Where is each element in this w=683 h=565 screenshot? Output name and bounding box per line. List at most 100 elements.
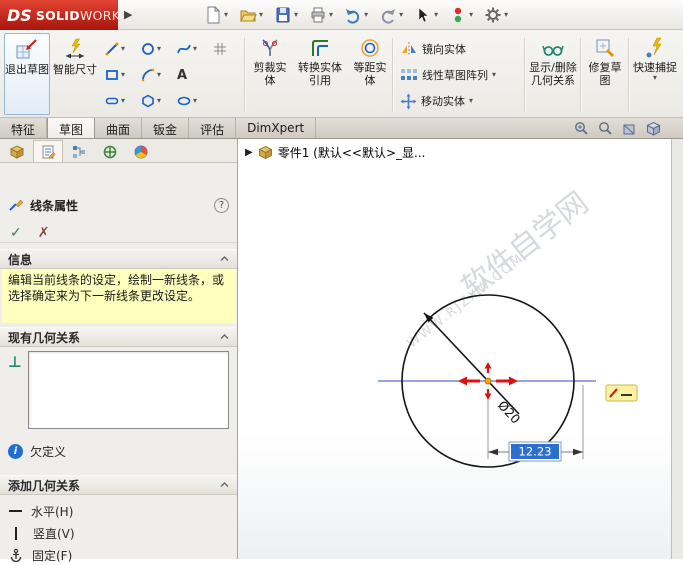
- collapse-chevron-icon[interactable]: [220, 334, 229, 340]
- dropdown-caret-icon[interactable]: ▾: [121, 45, 125, 53]
- feature-tree-flyout[interactable]: ▶ 零件1 (默认<<默认>_显...: [245, 144, 425, 161]
- dropdown-caret-icon[interactable]: ▾: [121, 97, 125, 105]
- cancel-button[interactable]: ✗: [38, 225, 50, 241]
- collapse-chevron-icon[interactable]: [220, 256, 229, 262]
- ok-button[interactable]: ✓: [10, 225, 22, 241]
- center-point[interactable]: [484, 377, 492, 385]
- quick-snaps-button[interactable]: 快速捕捉 ▾: [632, 33, 678, 115]
- linear-pattern-button[interactable]: 线性草图阵列 ▾: [396, 64, 500, 86]
- view-orientation-icon[interactable]: [646, 121, 661, 136]
- tab-displaymanager[interactable]: [126, 140, 156, 162]
- task-pane-strip[interactable]: [671, 139, 683, 559]
- flyout-arrow-icon[interactable]: ▶: [245, 147, 253, 158]
- gear-icon: [485, 7, 501, 23]
- trim-entities-label: 剪裁实体: [253, 61, 287, 87]
- tab-evaluate[interactable]: 评估: [189, 118, 237, 138]
- dropdown-caret-icon[interactable]: ▾: [121, 71, 125, 79]
- select-button[interactable]: ▾: [412, 5, 440, 25]
- relation-horizontal-label: 水平(H): [31, 504, 74, 519]
- anchor-icon: [10, 548, 22, 562]
- spline-tool-button[interactable]: ▾: [174, 38, 200, 60]
- dropdown-caret-icon[interactable]: ▾: [329, 11, 333, 19]
- displaymanager-icon: [134, 145, 148, 158]
- offset-entities-button[interactable]: 等距实体: [350, 33, 390, 115]
- quick-snaps-icon: [646, 37, 662, 58]
- rectangle-tool-button[interactable]: ▾: [102, 64, 128, 86]
- offset-entities-label: 等距实体: [353, 61, 387, 87]
- display-delete-relations-button[interactable]: 显示/删除几何关系: [528, 33, 578, 115]
- graphics-area[interactable]: 软件自学网 WWW.RJZXW.COM Ø20 12.23 ▶ 零件1 (默认<…: [238, 139, 683, 559]
- dropdown-caret-icon[interactable]: ▾: [364, 11, 368, 19]
- existing-relations-listbox[interactable]: [28, 351, 229, 429]
- tab-configurationmanager[interactable]: [64, 140, 94, 162]
- move-entities-button[interactable]: 移动实体 ▾: [396, 90, 477, 112]
- sketch-viewport[interactable]: 软件自学网 WWW.RJZXW.COM Ø20 12.23: [238, 139, 671, 559]
- relation-fix-button[interactable]: 固定(F): [0, 545, 237, 565]
- tab-featuremanager[interactable]: [2, 140, 32, 162]
- relation-horizontal-button[interactable]: 水平(H): [0, 501, 237, 521]
- dropdown-caret-icon[interactable]: ▾: [193, 45, 197, 53]
- dropdown-caret-icon[interactable]: ▾: [193, 97, 197, 105]
- text-tool-button[interactable]: A: [174, 64, 190, 86]
- tree-item-label[interactable]: 零件1 (默认<<默认>_显...: [278, 144, 426, 161]
- dropdown-caret-icon[interactable]: ▾: [504, 11, 508, 19]
- ok-cancel-row: ✓ ✗: [0, 223, 237, 243]
- dropdown-caret-icon[interactable]: ▾: [434, 11, 438, 19]
- print-button[interactable]: ▾: [307, 5, 335, 25]
- dropdown-caret-icon[interactable]: ▾: [469, 11, 473, 19]
- selection-filter-button[interactable]: ▾: [447, 5, 475, 25]
- relation-vertical-button[interactable]: 竖直(V): [0, 523, 237, 543]
- dropdown-caret-icon[interactable]: ▾: [157, 97, 161, 105]
- circle-tool-button[interactable]: ▾: [138, 38, 164, 60]
- section-view-icon[interactable]: [622, 121, 637, 136]
- tab-surfaces[interactable]: 曲面: [95, 118, 143, 138]
- dropdown-caret-icon[interactable]: ▾: [399, 11, 403, 19]
- convert-entities-button[interactable]: 转换实体引用: [296, 33, 344, 115]
- exit-sketch-button[interactable]: 退出草图: [4, 33, 50, 115]
- options-button[interactable]: ▾: [482, 5, 510, 25]
- tab-sketch[interactable]: 草图: [47, 118, 96, 138]
- undo-button[interactable]: ▾: [342, 5, 370, 25]
- dropdown-caret-icon[interactable]: ▾: [469, 97, 473, 105]
- smart-dimension-button[interactable]: 智能尺寸: [52, 33, 98, 115]
- tab-dimxpertmanager[interactable]: [95, 140, 125, 162]
- section-message[interactable]: 信息: [0, 249, 237, 269]
- dropdown-caret-icon[interactable]: ▾: [259, 11, 263, 19]
- dropdown-caret-icon[interactable]: ▾: [157, 45, 161, 53]
- dropdown-caret-icon[interactable]: ▾: [224, 11, 228, 19]
- tab-features[interactable]: 特征: [0, 118, 48, 138]
- menu-flyout-icon[interactable]: ▶: [124, 8, 132, 21]
- tab-propertymanager[interactable]: [33, 140, 63, 162]
- tab-dimxpert[interactable]: DimXpert: [236, 118, 317, 138]
- slot-tool-button[interactable]: ▾: [102, 90, 128, 112]
- section-add-relations[interactable]: 添加几何关系: [0, 475, 237, 495]
- trim-entities-button[interactable]: 剪裁实体: [248, 33, 292, 115]
- dropdown-caret-icon[interactable]: ▾: [294, 11, 298, 19]
- polygon-tool-button[interactable]: ▾: [138, 90, 164, 112]
- sketch-grid-button[interactable]: [210, 38, 230, 60]
- collapse-chevron-icon[interactable]: [220, 482, 229, 488]
- watermark-en: WWW.RJZXW.COM: [405, 251, 528, 351]
- ellipse-tool-button[interactable]: ▾: [174, 90, 200, 112]
- dropdown-caret-icon[interactable]: ▾: [157, 71, 161, 79]
- section-existing-relations[interactable]: 现有几何关系: [0, 327, 237, 347]
- repair-sketch-button[interactable]: 修复草图: [584, 33, 626, 115]
- zoom-area-icon[interactable]: [598, 121, 613, 136]
- dropdown-caret-icon[interactable]: ▾: [492, 71, 496, 79]
- zoom-in-icon[interactable]: [574, 121, 589, 136]
- open-file-button[interactable]: ▾: [237, 5, 265, 25]
- dropdown-caret-icon[interactable]: ▾: [653, 74, 657, 82]
- mirror-entities-button[interactable]: 镜向实体: [396, 38, 470, 60]
- line-tool-button[interactable]: ▾: [102, 38, 128, 60]
- new-file-button[interactable]: ▾: [202, 5, 230, 25]
- help-button[interactable]: ?: [214, 197, 229, 213]
- save-button[interactable]: ▾: [272, 5, 300, 25]
- arc-tool-button[interactable]: ▾: [138, 64, 164, 86]
- linear-pattern-icon: [401, 69, 417, 80]
- circle-icon: [142, 43, 154, 55]
- diameter-dim-text[interactable]: Ø20: [495, 398, 524, 427]
- dim-value-text[interactable]: 12.23: [519, 445, 552, 459]
- smart-dimension-label: 智能尺寸: [53, 63, 97, 76]
- redo-button[interactable]: ▾: [377, 5, 405, 25]
- tab-sheetmetal[interactable]: 钣金: [142, 118, 190, 138]
